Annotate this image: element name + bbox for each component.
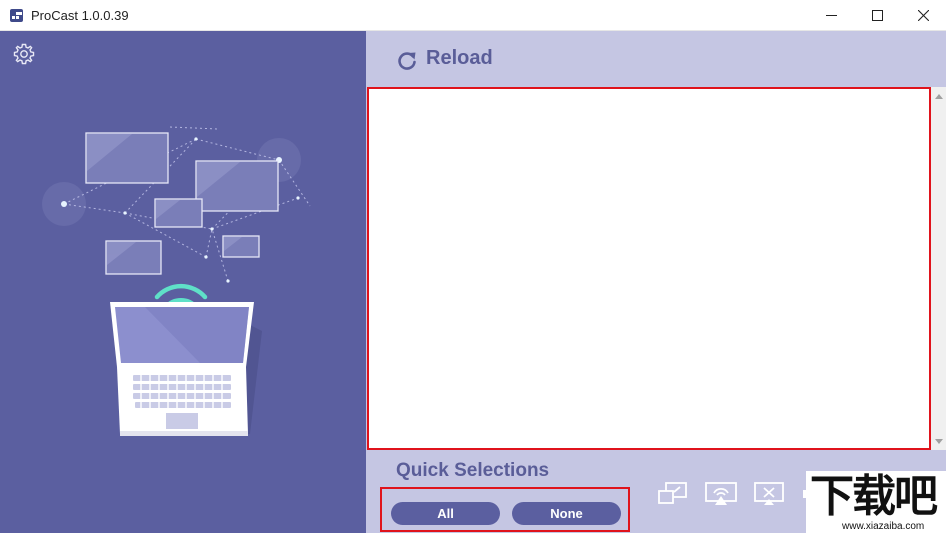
- maximize-icon: [871, 10, 883, 21]
- right-panel: Reload Quick Selections All None: [366, 31, 946, 533]
- reload-button[interactable]: Reload: [396, 44, 493, 72]
- close-icon: [917, 10, 929, 21]
- left-panel: [0, 31, 366, 533]
- title-bar: ProCast 1.0.0.39: [0, 0, 946, 31]
- select-all-button[interactable]: All: [391, 502, 500, 525]
- quick-selections-group: All None: [380, 487, 630, 532]
- minimize-icon: [825, 15, 837, 16]
- select-none-button[interactable]: None: [512, 502, 621, 525]
- reload-label: Reload: [426, 46, 493, 69]
- scroll-up-arrow-icon[interactable]: [935, 94, 943, 99]
- quick-selections-title: Quick Selections: [396, 460, 550, 481]
- scroll-down-arrow-icon[interactable]: [935, 439, 943, 444]
- device-list-scrollbar[interactable]: [931, 87, 946, 450]
- minimize-button[interactable]: [808, 0, 854, 31]
- watermark: 下载吧 www.xiazaiba.com: [806, 471, 946, 533]
- device-list[interactable]: [367, 87, 931, 450]
- close-button[interactable]: [900, 0, 946, 31]
- window-title: ProCast 1.0.0.39: [31, 8, 129, 23]
- casting-illustration: [42, 126, 311, 436]
- app-icon: [10, 9, 23, 22]
- watermark-logo: 下载吧: [810, 471, 938, 522]
- watermark-url: www.xiazaiba.com: [842, 521, 925, 532]
- stop-cast-icon[interactable]: [752, 480, 786, 508]
- maximize-button[interactable]: [854, 0, 900, 31]
- screen-mirror-icon[interactable]: [656, 480, 690, 508]
- airplay-icon[interactable]: [704, 480, 738, 508]
- reload-icon: [398, 52, 416, 70]
